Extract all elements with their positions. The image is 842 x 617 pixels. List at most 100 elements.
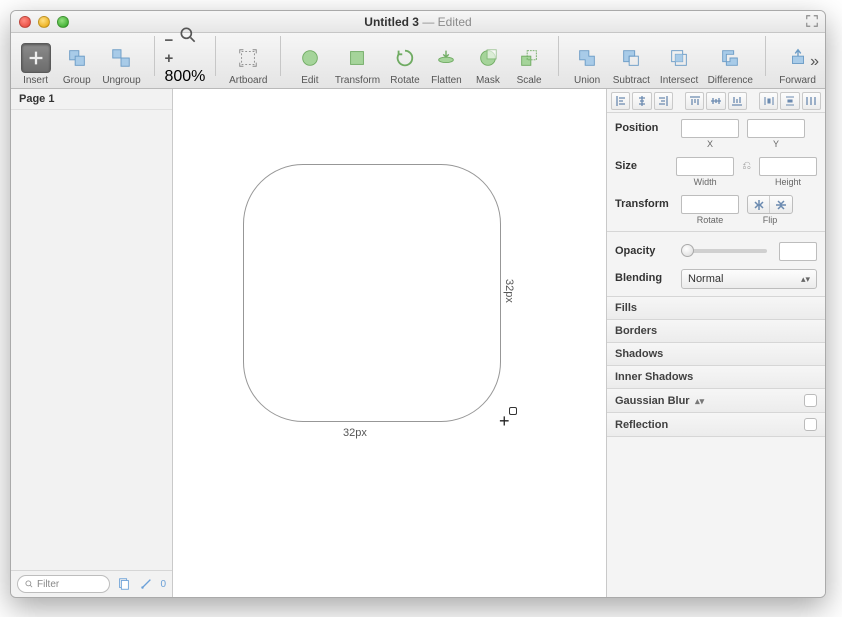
sidebar-footer: Filter 0 xyxy=(11,570,172,597)
crosshair-cursor-icon: + xyxy=(499,411,510,432)
forward-icon xyxy=(783,43,813,73)
gaussian-checkbox[interactable] xyxy=(804,394,817,407)
subtract-button[interactable]: Subtract xyxy=(610,43,653,86)
shadows-section[interactable]: Shadows xyxy=(607,342,825,366)
intersect-button[interactable]: Intersect xyxy=(657,43,701,86)
difference-button[interactable]: Difference xyxy=(705,43,755,86)
toolbar-divider xyxy=(558,36,559,76)
position-y-input[interactable] xyxy=(747,119,805,138)
toolbar-divider xyxy=(765,36,766,76)
edit-icon xyxy=(295,43,325,73)
fills-section[interactable]: Fills xyxy=(607,296,825,320)
flip-vertical-button[interactable] xyxy=(770,196,792,213)
align-middle-v-button[interactable] xyxy=(706,92,725,110)
flatten-button[interactable]: Flatten xyxy=(428,43,466,86)
rotate-button[interactable]: Rotate xyxy=(386,43,423,86)
align-top-button[interactable] xyxy=(685,92,704,110)
ungroup-icon xyxy=(106,43,136,73)
window-controls xyxy=(19,16,69,28)
union-icon xyxy=(572,43,602,73)
window-title: Untitled 3 — Edited xyxy=(364,15,471,29)
intersect-icon xyxy=(664,43,694,73)
alignment-row xyxy=(607,89,825,113)
edit-button[interactable]: Edit xyxy=(291,43,328,86)
page-selector[interactable]: Page 1 xyxy=(11,89,172,110)
reflection-checkbox[interactable] xyxy=(804,418,817,431)
blending-row: Blending Normal ▴▾ xyxy=(607,263,825,297)
titlebar: Untitled 3 — Edited xyxy=(11,11,825,33)
align-left-button[interactable] xyxy=(611,92,630,110)
document-title: Untitled 3 xyxy=(364,15,419,29)
transform-row: Transform Rotate Flip xyxy=(607,189,825,227)
filter-input[interactable]: Filter xyxy=(17,575,110,593)
borders-section[interactable]: Borders xyxy=(607,319,825,343)
height-measurement: 32px xyxy=(503,279,515,303)
distribute-h-button[interactable] xyxy=(759,92,778,110)
toolbar-divider xyxy=(215,36,216,76)
zoom-control[interactable]: − + 800% xyxy=(164,25,205,86)
lock-aspect-icon[interactable]: ⎌ xyxy=(742,160,751,173)
zoom-icons: − + xyxy=(164,25,205,68)
distribute-v-button[interactable] xyxy=(780,92,799,110)
artboard-button[interactable]: Artboard xyxy=(226,43,270,86)
group-icon xyxy=(62,43,92,73)
distribute-spacing-button[interactable] xyxy=(802,92,821,110)
blending-label: Blending xyxy=(615,269,673,284)
scale-icon xyxy=(514,43,544,73)
app-window: Untitled 3 — Edited Insert Group Ungroup xyxy=(10,10,826,598)
mask-button[interactable]: Mask xyxy=(469,43,506,86)
slice-count: 0 xyxy=(160,579,166,590)
ungroup-button[interactable]: Ungroup xyxy=(99,43,143,86)
toolbar-divider xyxy=(154,36,155,76)
opacity-input[interactable] xyxy=(779,242,817,261)
transform-button[interactable]: Transform xyxy=(332,43,382,86)
position-label: Position xyxy=(615,119,673,134)
magnifier-icon xyxy=(178,25,198,45)
opacity-row: Opacity xyxy=(607,236,825,263)
size-row: Size Width ⎌ Height xyxy=(607,151,825,189)
toolbar-overflow-icon[interactable]: » xyxy=(810,53,819,71)
union-button[interactable]: Union xyxy=(569,43,606,86)
align-right-button[interactable] xyxy=(654,92,673,110)
position-row: Position X Y xyxy=(607,113,825,151)
layers-sidebar: Page 1 Filter 0 xyxy=(11,89,173,597)
insert-button[interactable]: Insert xyxy=(17,43,54,86)
scale-button[interactable]: Scale xyxy=(510,43,547,86)
fullscreen-icon[interactable] xyxy=(805,14,819,28)
opacity-slider[interactable] xyxy=(681,249,767,253)
subtract-icon xyxy=(616,43,646,73)
height-input[interactable] xyxy=(759,157,817,176)
artboard-icon xyxy=(233,43,263,73)
canvas[interactable]: 32px 32px + xyxy=(173,89,607,597)
inspector-panel: Position X Y Size Width ⎌ Height Transfo… xyxy=(607,89,825,597)
opacity-label: Opacity xyxy=(615,242,673,257)
rotate-input[interactable] xyxy=(681,195,739,214)
minimize-window-button[interactable] xyxy=(38,16,50,28)
align-center-h-button[interactable] xyxy=(632,92,651,110)
reflection-section[interactable]: Reflection xyxy=(607,412,825,437)
blending-select[interactable]: Normal ▴▾ xyxy=(681,269,817,289)
cursor-shape-hint-icon xyxy=(509,407,517,415)
transform-label: Transform xyxy=(615,195,673,210)
transform-icon xyxy=(342,43,372,73)
slice-icon[interactable] xyxy=(138,576,154,592)
inner-shadows-section[interactable]: Inner Shadows xyxy=(607,365,825,389)
chevron-updown-icon: ▴▾ xyxy=(693,396,705,406)
align-bottom-button[interactable] xyxy=(728,92,747,110)
zoom-window-button[interactable] xyxy=(57,16,69,28)
zoom-in-icon[interactable]: + xyxy=(164,50,173,67)
width-measurement: 32px xyxy=(343,427,367,439)
width-input[interactable] xyxy=(676,157,734,176)
close-window-button[interactable] xyxy=(19,16,31,28)
flip-horizontal-button[interactable] xyxy=(748,196,770,213)
group-button[interactable]: Group xyxy=(58,43,95,86)
rounded-rectangle-shape[interactable] xyxy=(243,164,501,422)
zoom-level: 800% xyxy=(164,68,205,86)
position-x-input[interactable] xyxy=(681,119,739,138)
zoom-out-icon[interactable]: − xyxy=(164,32,173,49)
gaussian-blur-section[interactable]: Gaussian Blur ▴▾ xyxy=(607,388,825,413)
plus-icon xyxy=(21,43,51,73)
toolbar: Insert Group Ungroup − + 800% xyxy=(11,33,825,89)
flatten-icon xyxy=(431,43,461,73)
pages-icon[interactable] xyxy=(116,576,132,592)
